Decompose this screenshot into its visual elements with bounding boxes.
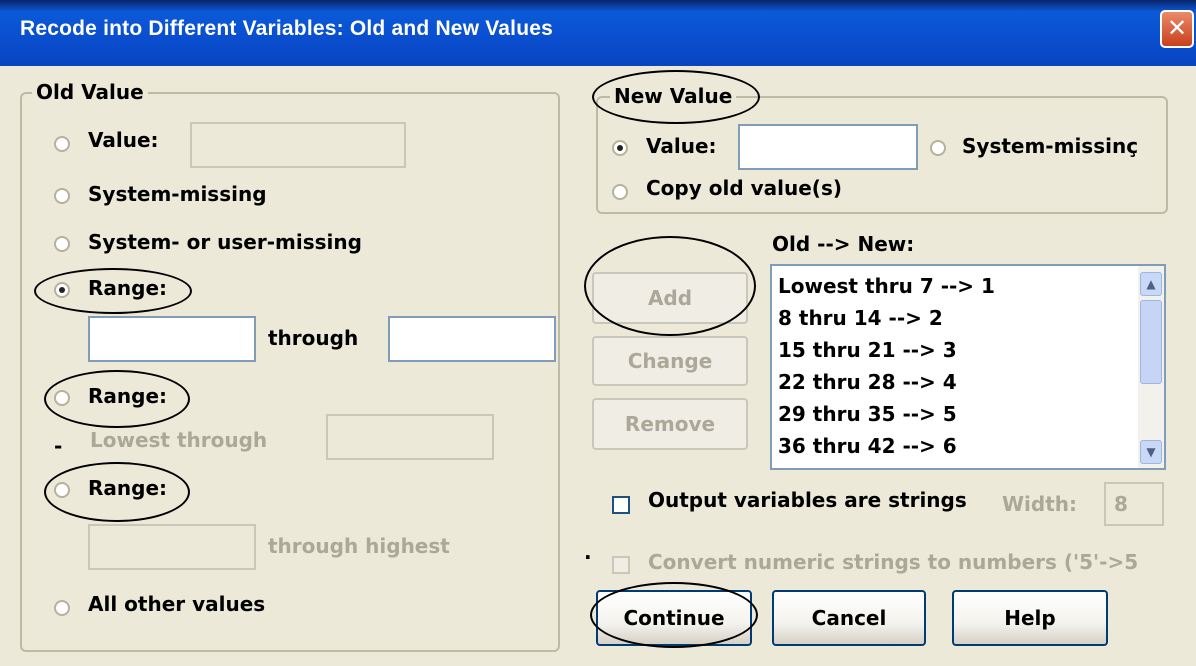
width-value: 8	[1114, 492, 1128, 516]
change-button-label: Change	[627, 349, 713, 373]
new-value-input[interactable]	[738, 124, 918, 170]
through-highest-input[interactable]	[88, 524, 256, 570]
list-scrollbar[interactable]: ▲ ▼	[1138, 266, 1164, 468]
through-highest-label: through highest	[268, 534, 450, 558]
help-button-label: Help	[1004, 606, 1056, 630]
list-item[interactable]: 36 thru 42 --> 6	[778, 434, 957, 458]
recode-dialog: Recode into Different Variables: Old and…	[0, 0, 1196, 666]
old-all-other-label: All other values	[88, 592, 266, 616]
old-value-group-label: Old Value	[32, 80, 148, 104]
list-item[interactable]: 8 thru 14 --> 2	[778, 306, 943, 330]
title-bar[interactable]: Recode into Different Variables: Old and…	[0, 0, 1196, 66]
scroll-thumb[interactable]	[1140, 300, 1162, 384]
window-title: Recode into Different Variables: Old and…	[20, 17, 554, 40]
width-input[interactable]: 8	[1104, 482, 1164, 526]
add-button[interactable]: Add	[592, 272, 748, 324]
list-item[interactable]: Lowest thru 7 --> 1	[778, 274, 995, 298]
output-strings-label: Output variables are strings	[648, 488, 967, 512]
range-to-input[interactable]	[388, 316, 556, 362]
scroll-up-icon[interactable]: ▲	[1140, 272, 1162, 296]
old-value-input[interactable]	[190, 122, 406, 168]
range-from-input[interactable]	[88, 316, 256, 362]
stray-dash-mark: -	[54, 434, 63, 458]
old-new-list-header: Old --> New:	[772, 232, 915, 256]
lowest-through-label: Lowest through	[90, 428, 268, 452]
old-system-or-user-missing-radio[interactable]	[54, 236, 70, 252]
scroll-down-icon[interactable]: ▼	[1140, 440, 1162, 464]
lowest-through-input[interactable]	[326, 414, 494, 460]
old-value-label: Value:	[88, 128, 159, 152]
old-range-label: Range:	[88, 276, 168, 300]
convert-numeric-label: Convert numeric strings to numbers ('5'-…	[648, 550, 1139, 574]
remove-button[interactable]: Remove	[592, 398, 748, 450]
copy-old-value-radio[interactable]	[612, 184, 628, 200]
range-through-label: through	[268, 326, 359, 350]
list-item[interactable]: 29 thru 35 --> 5	[778, 402, 957, 426]
copy-old-value-label: Copy old value(s)	[646, 176, 842, 200]
old-new-list[interactable]: Lowest thru 7 --> 1 8 thru 14 --> 2 15 t…	[770, 264, 1166, 470]
stray-dot-mark: .	[584, 540, 592, 564]
old-range-highest-radio[interactable]	[54, 482, 70, 498]
change-button[interactable]: Change	[592, 336, 748, 386]
old-all-other-radio[interactable]	[54, 600, 70, 616]
old-system-or-user-missing-label: System- or user-missing	[88, 230, 362, 254]
output-strings-checkbox[interactable]	[612, 496, 630, 514]
cancel-button[interactable]: Cancel	[772, 590, 926, 646]
new-value-radio[interactable]	[612, 140, 628, 156]
old-range-lowest-label: Range:	[88, 384, 168, 408]
old-system-missing-radio[interactable]	[54, 188, 70, 204]
old-range-highest-label: Range:	[88, 476, 168, 500]
width-label: Width:	[1002, 492, 1078, 516]
list-item[interactable]: 22 thru 28 --> 4	[778, 370, 957, 394]
continue-button-label: Continue	[623, 606, 725, 630]
continue-button[interactable]: Continue	[596, 590, 752, 646]
remove-button-label: Remove	[624, 412, 716, 436]
old-value-radio[interactable]	[54, 136, 70, 152]
new-system-missing-label: System-missinç	[962, 134, 1139, 158]
old-range-radio[interactable]	[54, 282, 70, 298]
add-button-label: Add	[647, 286, 693, 310]
help-button[interactable]: Help	[952, 590, 1108, 646]
cancel-button-label: Cancel	[811, 606, 887, 630]
new-value-label: Value:	[646, 134, 717, 158]
convert-numeric-checkbox[interactable]	[612, 556, 630, 574]
old-system-missing-label: System-missing	[88, 182, 267, 206]
new-value-group-label: New Value	[610, 84, 737, 108]
new-system-missing-radio[interactable]	[930, 140, 946, 156]
close-icon[interactable]	[1160, 10, 1194, 48]
list-item[interactable]: 15 thru 21 --> 3	[778, 338, 957, 362]
old-range-lowest-radio[interactable]	[54, 390, 70, 406]
